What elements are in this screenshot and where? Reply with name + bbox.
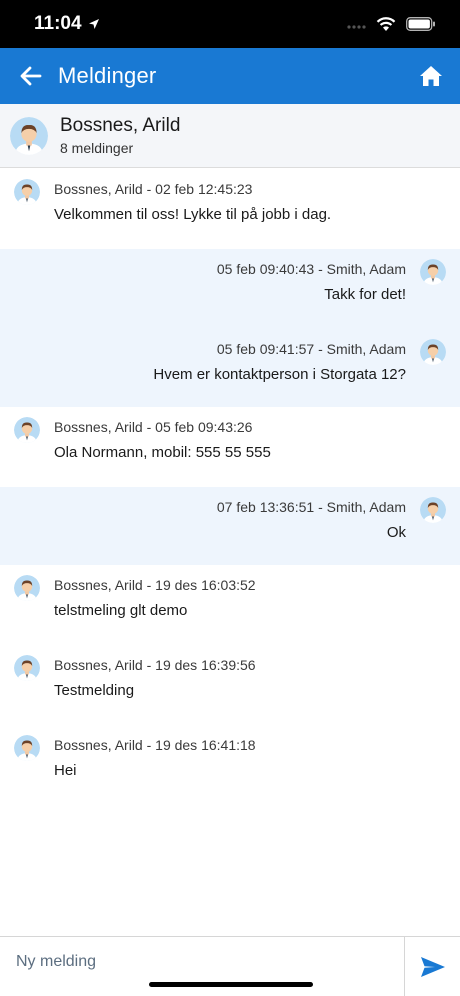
avatar (420, 259, 446, 285)
avatar-icon (14, 417, 40, 443)
message-body: Bossnes, Arild - 02 feb 12:45:23 Velkomm… (54, 179, 331, 223)
back-arrow-icon (20, 66, 42, 86)
contact-text: Bossnes, Arild 8 meldinger (60, 115, 180, 156)
send-button[interactable] (404, 937, 460, 996)
home-button[interactable] (416, 61, 446, 91)
message-body: 05 feb 09:41:57 - Smith, Adam Hvem er ko… (153, 339, 406, 383)
avatar (14, 417, 40, 443)
avatar (14, 179, 40, 205)
status-bar: 11:04 (0, 0, 460, 48)
message-body: 05 feb 09:40:43 - Smith, Adam Takk for d… (217, 259, 406, 303)
signal-icon (347, 25, 366, 29)
message-text: Hvem er kontaktperson i Storgata 12? (153, 366, 406, 383)
message-meta: Bossnes, Arild - 19 des 16:39:56 (54, 657, 256, 673)
message-item: 05 feb 09:40:43 - Smith, Adam Takk for d… (0, 249, 460, 329)
location-arrow-icon (88, 19, 99, 29)
home-indicator (149, 982, 313, 987)
message-list[interactable]: Bossnes, Arild - 02 feb 12:45:23 Velkomm… (0, 169, 460, 936)
message-text: Velkommen til oss! Lykke til på jobb i d… (54, 206, 332, 223)
message-text: Testmelding (54, 682, 135, 699)
battery-icon (406, 17, 435, 31)
avatar (420, 497, 446, 523)
message-meta: 07 feb 13:36:51 - Smith, Adam (216, 499, 406, 515)
message-body: Bossnes, Arild - 19 des 16:03:52 telstme… (54, 575, 256, 619)
message-meta: Bossnes, Arild - 19 des 16:41:18 (54, 737, 256, 753)
message-composer (0, 936, 460, 996)
message-item: Bossnes, Arild - 05 feb 09:43:26 Ola Nor… (0, 407, 460, 487)
avatar-icon (420, 339, 446, 365)
avatar-icon (14, 575, 40, 601)
page-title: Meldinger (58, 63, 157, 88)
back-button[interactable] (16, 61, 46, 91)
send-icon (420, 956, 445, 977)
wifi-icon (376, 16, 396, 31)
message-meta: 05 feb 09:41:57 - Smith, Adam (216, 341, 406, 357)
message-item: Bossnes, Arild - 19 des 16:41:18 Hei (0, 725, 460, 805)
contact-header: Bossnes, Arild 8 meldinger (0, 104, 460, 168)
message-item: Bossnes, Arild - 19 des 16:39:56 Testmel… (0, 645, 460, 725)
status-time: 11:04 (34, 13, 100, 35)
message-meta: 05 feb 09:40:43 - Smith, Adam (216, 261, 406, 277)
avatar-icon (420, 259, 446, 285)
status-icons (346, 16, 436, 32)
nav-bar: Meldinger (0, 48, 460, 104)
avatar (420, 339, 446, 365)
avatar (14, 735, 40, 761)
message-meta: Bossnes, Arild - 19 des 16:03:52 (54, 577, 256, 593)
avatar (14, 575, 40, 601)
contact-name: Bossnes, Arild (60, 115, 181, 136)
message-meta: Bossnes, Arild - 05 feb 09:43:26 (54, 419, 253, 435)
message-body: Bossnes, Arild - 05 feb 09:43:26 Ola Nor… (54, 417, 271, 461)
message-body: Bossnes, Arild - 19 des 16:41:18 Hei (54, 735, 256, 779)
status-time-text: 11:04 (34, 13, 82, 34)
message-text: Ola Normann, mobil: 555 55 555 (54, 444, 271, 461)
message-text: Takk for det! (324, 286, 406, 303)
new-message-input[interactable] (0, 937, 404, 996)
message-text: telstmeling glt demo (54, 602, 188, 619)
avatar (10, 116, 48, 155)
message-item: Bossnes, Arild - 02 feb 12:45:23 Velkomm… (0, 169, 460, 249)
avatar-icon (14, 655, 40, 681)
avatar-icon (14, 735, 40, 761)
avatar-icon (10, 116, 48, 155)
message-item: 07 feb 13:36:51 - Smith, Adam Ok (0, 487, 460, 565)
message-meta: Bossnes, Arild - 02 feb 12:45:23 (54, 181, 253, 197)
message-text: Ok (386, 524, 406, 541)
message-count: 8 meldinger (60, 140, 134, 156)
avatar-icon (14, 179, 40, 205)
message-item: 05 feb 09:41:57 - Smith, Adam Hvem er ko… (0, 329, 460, 407)
avatar (14, 655, 40, 681)
message-item: Bossnes, Arild - 19 des 16:03:52 telstme… (0, 565, 460, 645)
message-body: 07 feb 13:36:51 - Smith, Adam Ok (217, 497, 406, 541)
message-text: Hei (54, 762, 77, 779)
message-body: Bossnes, Arild - 19 des 16:39:56 Testmel… (54, 655, 256, 699)
home-icon (420, 66, 442, 86)
avatar-icon (420, 497, 446, 523)
